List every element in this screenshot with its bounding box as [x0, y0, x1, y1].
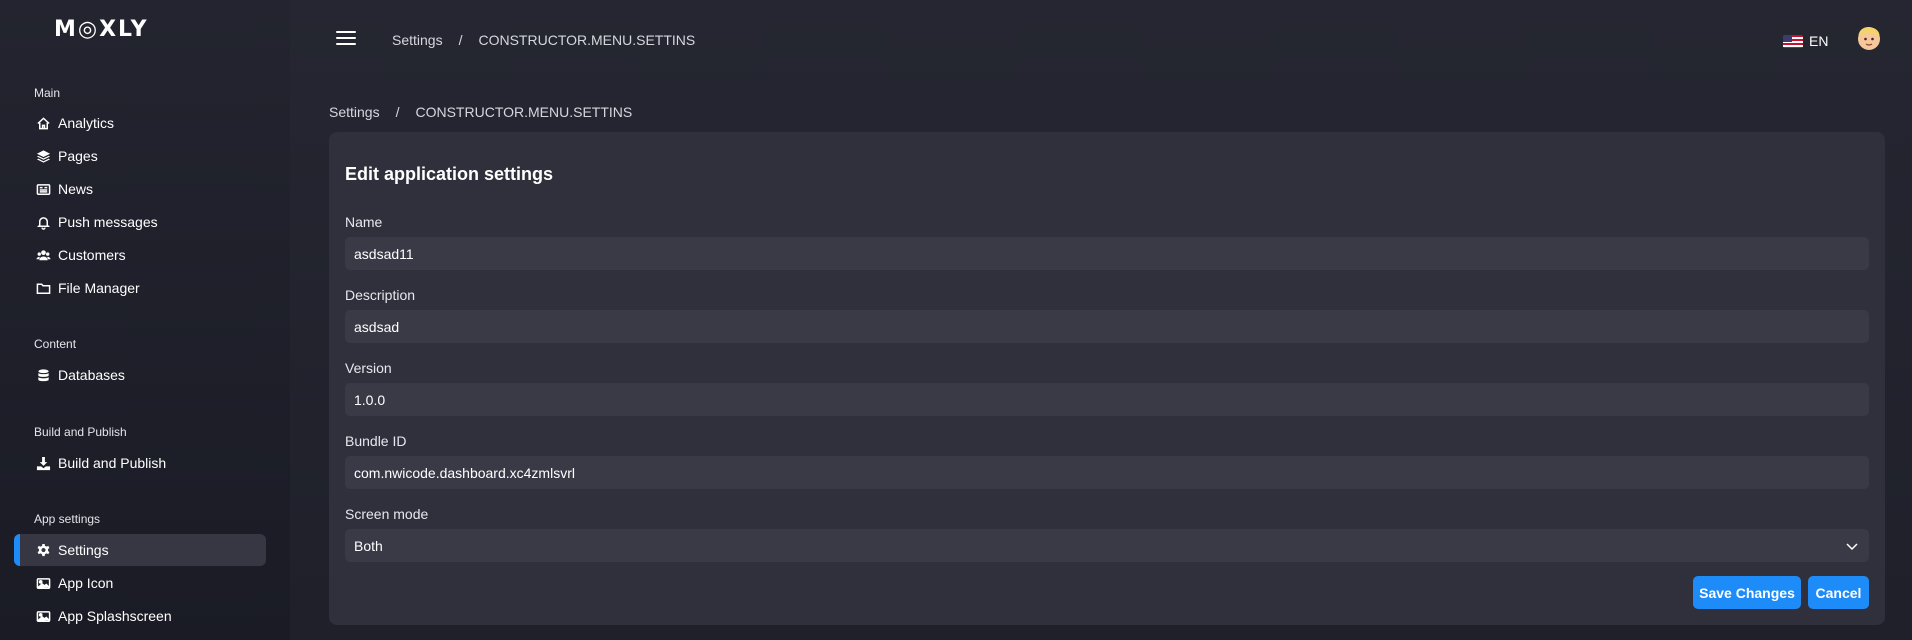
sidebar-section-app-settings: App settings — [34, 512, 101, 526]
sidebar-item-build-and-publish[interactable]: Build and Publish — [14, 447, 266, 479]
sidebar-section-main: Main — [34, 86, 61, 100]
bundle-id-input[interactable] — [345, 456, 1869, 489]
page-breadcrumb: Settings / CONSTRUCTOR.MENU.SETTINS — [329, 104, 632, 120]
gear-icon — [34, 542, 52, 558]
breadcrumb-separator: / — [395, 104, 400, 120]
sidebar-item-label: Databases — [58, 367, 125, 383]
chevron-down-icon — [1846, 543, 1858, 551]
name-label: Name — [345, 214, 383, 230]
breadcrumb-link-settings[interactable]: Settings — [392, 32, 443, 48]
app-logo[interactable]: M◎XLY — [54, 17, 149, 42]
screen-mode-label: Screen mode — [345, 506, 429, 522]
breadcrumb-current: CONSTRUCTOR.MENU.SETTINS — [478, 32, 696, 48]
sidebar-item-pages[interactable]: Pages — [14, 140, 266, 172]
sidebar-item-analytics[interactable]: Analytics — [14, 107, 266, 139]
sidebar-item-label: Build and Publish — [58, 455, 167, 471]
bell-icon — [34, 214, 52, 230]
sidebar-item-label: App Icon — [58, 575, 114, 591]
version-label: Version — [345, 360, 392, 376]
hamburger-line — [336, 43, 356, 45]
users-icon — [34, 247, 52, 263]
description-label: Description — [345, 287, 416, 303]
us-flag-icon — [1783, 34, 1803, 48]
hamburger-line — [336, 37, 356, 39]
sidebar-item-news[interactable]: News — [14, 173, 266, 205]
sidebar-item-label: File Manager — [58, 280, 140, 296]
form-title: Edit application settings — [345, 164, 554, 184]
breadcrumb-current: CONSTRUCTOR.MENU.SETTINS — [415, 104, 633, 120]
sidebar: M◎XLY Main Analytics Pages News Push mes… — [0, 0, 290, 640]
sidebar-item-file-manager[interactable]: File Manager — [14, 272, 266, 304]
sidebar-item-label: Analytics — [58, 115, 115, 131]
language-selector[interactable]: EN — [1783, 33, 1828, 49]
sidebar-item-customers[interactable]: Customers — [14, 239, 266, 271]
folder-icon — [34, 280, 52, 296]
bundle-id-label: Bundle ID — [345, 433, 407, 449]
sidebar-item-settings[interactable]: Settings — [14, 534, 266, 566]
sidebar-item-label: App Splashscreen — [58, 608, 172, 624]
description-input[interactable] — [345, 310, 1869, 343]
language-label: EN — [1809, 33, 1829, 49]
sidebar-item-label: Pages — [58, 148, 98, 164]
image-icon — [34, 575, 52, 591]
sidebar-section-content: Content — [34, 337, 77, 351]
version-input[interactable] — [345, 383, 1869, 416]
app-root: M◎XLY Main Analytics Pages News Push mes… — [0, 0, 1912, 640]
sidebar-item-databases[interactable]: Databases — [14, 359, 266, 391]
screen-mode-select[interactable]: Both — [345, 529, 1869, 562]
hamburger-line — [336, 31, 356, 33]
image-icon — [34, 608, 52, 624]
name-input[interactable] — [345, 237, 1869, 270]
breadcrumb-separator: / — [458, 32, 463, 48]
sidebar-item-label: Customers — [58, 247, 126, 263]
cancel-button[interactable]: Cancel — [1808, 576, 1869, 609]
screen-mode-value: Both — [354, 537, 383, 554]
newspaper-icon — [34, 181, 52, 197]
menu-toggle-button[interactable] — [336, 31, 356, 45]
user-avatar[interactable] — [1855, 24, 1883, 52]
header-breadcrumb: Settings / CONSTRUCTOR.MENU.SETTINS — [392, 32, 695, 48]
sidebar-item-app-splashscreen[interactable]: App Splashscreen — [14, 600, 266, 632]
sidebar-item-label: News — [58, 181, 94, 197]
settings-form-card: Edit application settings Name Descripti… — [329, 132, 1885, 625]
breadcrumb-link-settings[interactable]: Settings — [329, 104, 380, 120]
sidebar-item-app-icon[interactable]: App Icon — [14, 567, 266, 599]
layers-icon — [34, 148, 52, 164]
sidebar-item-label: Settings — [58, 542, 109, 558]
sidebar-item-label: Push messages — [58, 214, 158, 230]
sidebar-section-build: Build and Publish — [34, 425, 127, 439]
home-icon — [34, 115, 52, 131]
save-changes-button[interactable]: Save Changes — [1693, 576, 1801, 609]
download-icon — [34, 455, 52, 471]
database-icon — [34, 367, 52, 383]
sidebar-item-push-messages[interactable]: Push messages — [14, 206, 266, 238]
